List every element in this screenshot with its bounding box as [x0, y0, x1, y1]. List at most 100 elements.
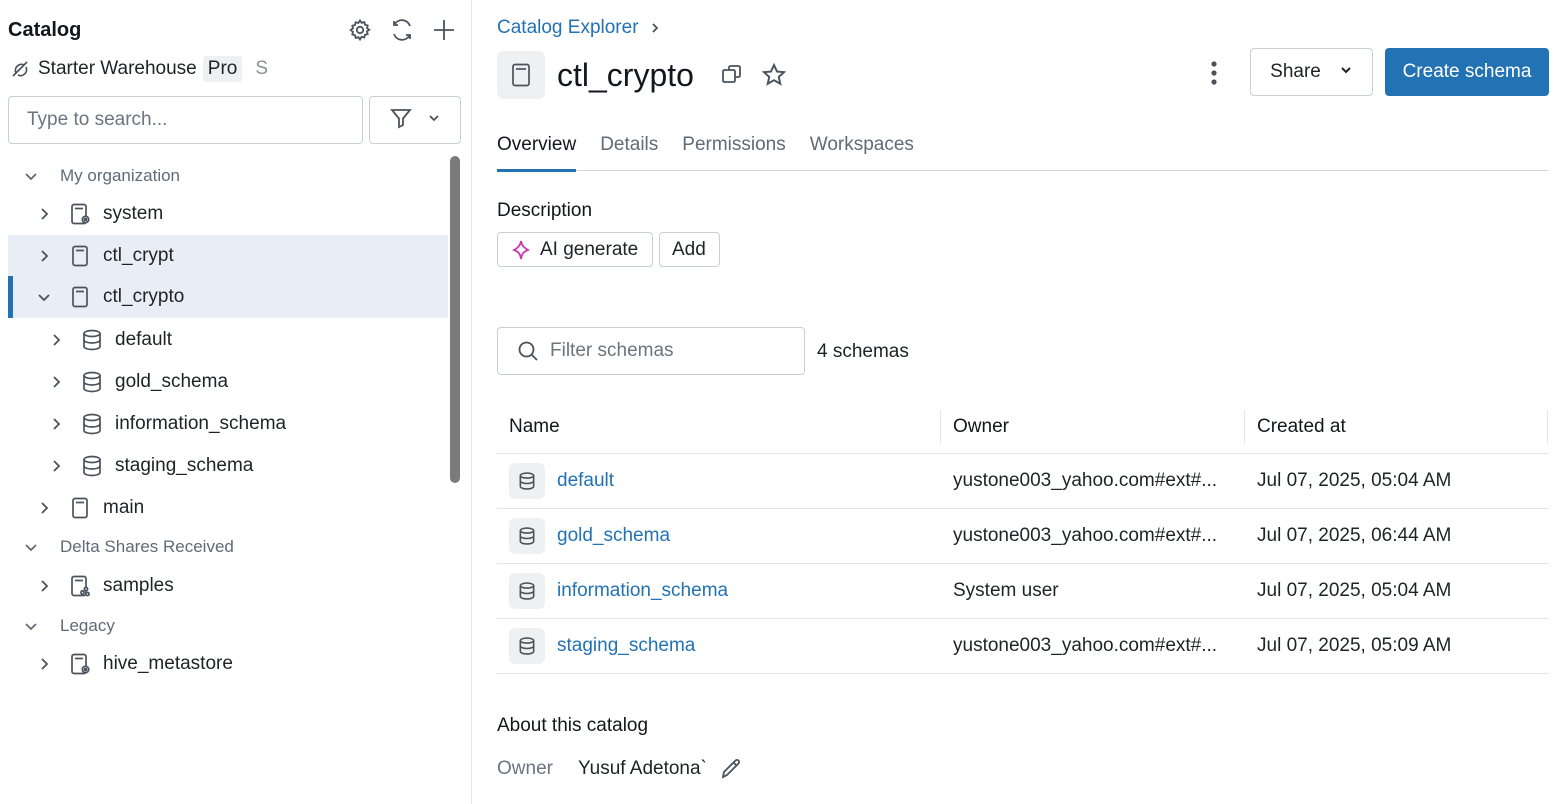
created-at-cell: Jul 07, 2025, 06:44 AM	[1257, 525, 1452, 546]
tree-item-default[interactable]: default	[8, 319, 448, 361]
tree-item-information-schema[interactable]: information_schema	[8, 403, 448, 445]
create-schema-button[interactable]: Create schema	[1385, 48, 1549, 96]
catalog-icon	[68, 496, 92, 520]
tree-item-label: staging_schema	[115, 455, 254, 476]
chevron-right-icon	[36, 656, 52, 672]
schema-link[interactable]: staging_schema	[557, 635, 695, 657]
description-label: Description	[497, 200, 593, 221]
refresh-icon[interactable]	[389, 14, 415, 46]
warehouse-off-icon	[10, 59, 30, 79]
table-row: staging_schema yustone003_yahoo.com#ext#…	[497, 619, 1549, 674]
tree-item-label: ctl_crypto	[103, 286, 185, 307]
chevron-right-icon	[48, 458, 64, 474]
schema-link[interactable]: gold_schema	[557, 525, 670, 547]
owner-cell: yustone003_yahoo.com#ext#...	[953, 525, 1218, 546]
tree-item-label: system	[103, 203, 164, 224]
schema-link[interactable]: default	[557, 470, 614, 492]
tree-item-ctl-crypto[interactable]: ctl_crypto	[8, 276, 448, 318]
main-content: Catalog Explorer ctl_crypto Share Create…	[497, 0, 1549, 804]
chevron-right-icon	[36, 206, 52, 222]
schema-icon	[509, 628, 545, 664]
tree-item-label: default	[115, 329, 173, 350]
filter-button[interactable]	[369, 96, 461, 144]
warehouse-name: Starter Warehouse	[38, 58, 197, 79]
catalog-sidebar: Catalog Starter Warehouse Pro S Type to …	[0, 0, 472, 804]
catalog-icon	[497, 51, 545, 99]
search-icon	[516, 339, 540, 363]
chevron-down-icon	[427, 111, 441, 130]
copy-icon[interactable]	[718, 61, 746, 89]
sidebar-scrollbar[interactable]	[450, 156, 460, 483]
breadcrumb-catalog-explorer[interactable]: Catalog Explorer	[497, 17, 639, 39]
ai-generate-button[interactable]: AI generate	[497, 232, 653, 267]
share-button[interactable]: Share	[1250, 48, 1373, 96]
tree-item-samples[interactable]: samples	[8, 565, 448, 607]
column-header-created-at[interactable]: Created at	[1245, 400, 1547, 454]
catalog-search-input[interactable]: Type to search...	[8, 96, 363, 144]
owner-name: Yusuf Adetona`	[578, 758, 707, 779]
tree-item-staging-schema[interactable]: staging_schema	[8, 445, 448, 487]
tree-item-main[interactable]: main	[8, 487, 448, 529]
pencil-icon[interactable]	[719, 757, 743, 781]
group-label: My organization	[60, 166, 181, 185]
tree-group-my-organization[interactable]: My organization	[24, 164, 180, 188]
sparkle-icon	[510, 239, 532, 261]
tab-permissions[interactable]: Permissions	[682, 128, 785, 171]
tree-group-legacy[interactable]: Legacy	[24, 614, 115, 638]
owner-cell: System user	[953, 580, 1059, 601]
add-description-button[interactable]: Add	[659, 232, 720, 267]
warehouse-selector[interactable]: Starter Warehouse Pro S	[10, 56, 268, 82]
system-catalog-icon	[68, 202, 92, 226]
shared-catalog-icon	[68, 574, 92, 598]
gear-icon[interactable]	[347, 14, 373, 46]
tree-item-hive-metastore[interactable]: hive_metastore	[8, 643, 448, 685]
star-icon[interactable]	[760, 61, 788, 89]
created-at-cell: Jul 07, 2025, 05:04 AM	[1257, 470, 1452, 491]
ai-generate-label: AI generate	[540, 238, 639, 260]
column-header-owner[interactable]: Owner	[941, 400, 1244, 454]
owner-row: Owner Yusuf Adetona`	[497, 757, 743, 781]
warehouse-size: S	[255, 58, 269, 79]
tab-overview[interactable]: Overview	[497, 128, 577, 172]
tree-item-label: ctl_crypt	[103, 245, 174, 266]
schema-count: 4 schemas	[817, 341, 909, 362]
schema-link[interactable]: information_schema	[557, 580, 728, 602]
chevron-down-icon	[24, 540, 38, 554]
tab-details[interactable]: Details	[600, 128, 658, 171]
schemas-table: Name Owner Created at default yustone003…	[497, 400, 1549, 674]
filter-schemas-placeholder: Filter schemas	[550, 340, 674, 361]
group-label: Delta Shares Received	[60, 537, 234, 556]
schema-icon	[509, 463, 545, 499]
chevron-down-icon	[36, 289, 52, 305]
warehouse-badge: Pro	[202, 56, 243, 82]
plus-icon[interactable]	[431, 14, 457, 46]
column-header-name[interactable]: Name	[497, 400, 940, 454]
table-row: information_schema System user Jul 07, 2…	[497, 564, 1549, 619]
column-divider	[1547, 409, 1548, 444]
chevron-down-icon	[24, 169, 38, 183]
tree-item-system[interactable]: system	[8, 193, 448, 235]
tree-item-label: samples	[103, 575, 174, 596]
about-catalog-heading: About this catalog	[497, 715, 649, 736]
tab-workspaces[interactable]: Workspaces	[810, 128, 914, 171]
tree-group-delta-shares[interactable]: Delta Shares Received	[24, 535, 234, 559]
more-options-icon[interactable]	[1200, 56, 1228, 90]
schema-icon	[509, 573, 545, 609]
created-at-cell: Jul 07, 2025, 05:04 AM	[1257, 580, 1452, 601]
chevron-down-icon	[24, 619, 38, 633]
tree-item-gold-schema[interactable]: gold_schema	[8, 361, 448, 403]
table-row: default yustone003_yahoo.com#ext#... Jul…	[497, 454, 1549, 509]
created-at-cell: Jul 07, 2025, 05:09 AM	[1257, 635, 1452, 656]
filter-schemas-input[interactable]: Filter schemas	[497, 327, 805, 375]
catalog-icon	[68, 285, 92, 309]
tabs: Overview Details Permissions Workspaces	[497, 128, 1549, 172]
share-label: Share	[1270, 61, 1321, 82]
table-row: gold_schema yustone003_yahoo.com#ext#...…	[497, 509, 1549, 564]
chevron-right-icon	[48, 332, 64, 348]
tree-item-ctl-crypt[interactable]: ctl_crypt	[8, 235, 448, 277]
chevron-down-icon	[1339, 61, 1353, 83]
filter-icon	[389, 106, 413, 135]
sidebar-title: Catalog	[8, 19, 82, 41]
chevron-right-icon	[48, 374, 64, 390]
tree-item-label: hive_metastore	[103, 653, 233, 674]
